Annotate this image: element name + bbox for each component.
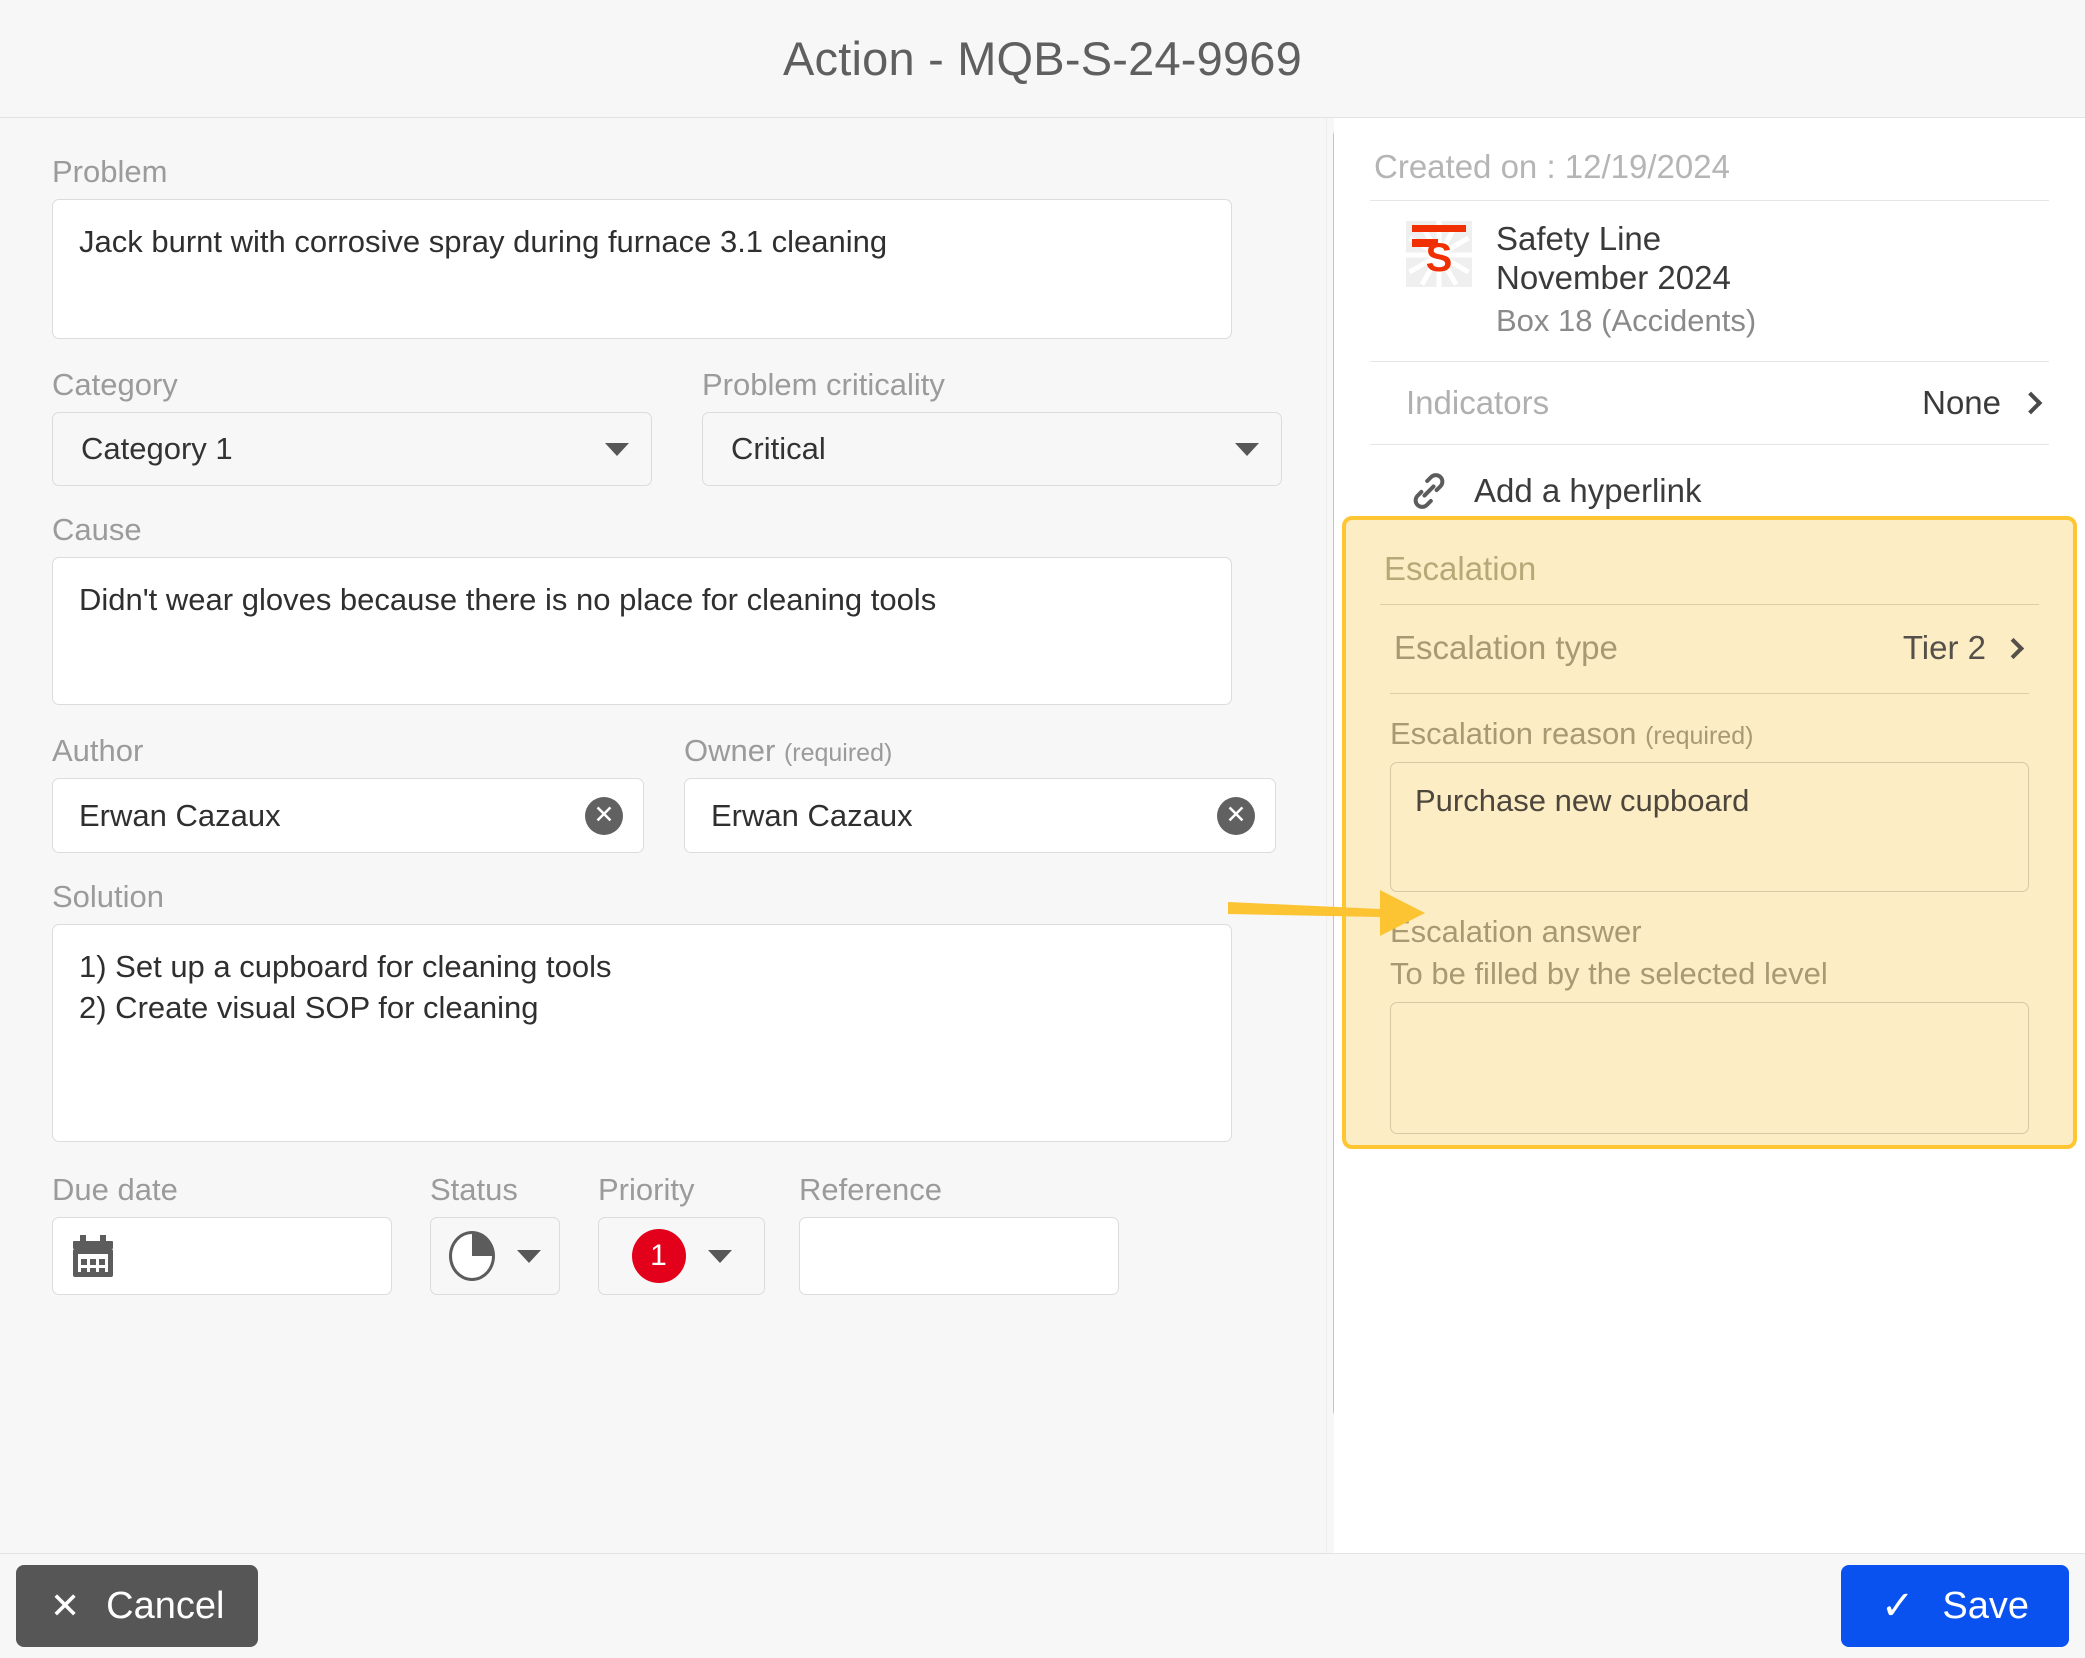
- field-problem: Problem Jack burnt with corrosive spray …: [52, 154, 1334, 339]
- chevron-down-icon: [707, 1249, 732, 1263]
- created-on: Created on : 12/19/2024: [1370, 148, 2049, 201]
- escalation-reason-label: Escalation reason (required): [1390, 716, 2029, 752]
- context-line-3: Box 18 (Accidents): [1496, 302, 1757, 338]
- author-input[interactable]: Erwan Cazaux ✕: [52, 778, 644, 853]
- escalation-type-row[interactable]: Escalation type Tier 2: [1390, 605, 2029, 694]
- owner-value: Erwan Cazaux: [711, 797, 913, 833]
- chevron-right-icon: [2002, 637, 2025, 659]
- cancel-button-label: Cancel: [106, 1584, 225, 1627]
- action-dialog: Action - MQB-S-24-9969 Problem Jack burn…: [0, 0, 2085, 1658]
- page-title: Action - MQB-S-24-9969: [783, 32, 1302, 85]
- link-icon: [1406, 471, 1452, 511]
- author-owner-row: Author Erwan Cazaux ✕ Owner (required) E…: [52, 733, 1334, 853]
- status-select[interactable]: [430, 1217, 560, 1295]
- owner-label-text: Owner: [684, 733, 776, 768]
- escalation-answer-sublabel: To be filled by the selected level: [1390, 956, 1828, 991]
- dialog-titlebar: Action - MQB-S-24-9969: [0, 0, 2085, 118]
- clear-author-icon[interactable]: ✕: [585, 796, 623, 835]
- category-label: Category: [52, 367, 178, 402]
- criticality-value: Critical: [731, 431, 826, 466]
- cause-input[interactable]: Didn't wear gloves because there is no p…: [52, 557, 1232, 705]
- owner-required-note: (required): [783, 739, 893, 767]
- field-criticality: Problem criticality Critical: [702, 367, 1282, 486]
- dialog-footer: ✕ Cancel ✓ Save: [0, 1553, 2085, 1658]
- field-reference: Reference: [799, 1172, 1119, 1295]
- save-button[interactable]: ✓ Save: [1840, 1565, 2069, 1647]
- chevron-down-icon: [1235, 442, 1259, 456]
- escalation-reason-label-text: Escalation reason: [1390, 716, 1637, 751]
- field-status: Status: [430, 1172, 560, 1295]
- field-cause: Cause Didn't wear gloves because there i…: [52, 512, 1334, 705]
- context-line-2: November 2024: [1496, 258, 1731, 296]
- priority-badge: 1: [631, 1229, 686, 1283]
- calendar-icon: [73, 1235, 113, 1277]
- criticality-label: Problem criticality: [702, 367, 945, 402]
- field-escalation-reason: Escalation reason (required) Purchase ne…: [1380, 694, 2039, 892]
- solution-input[interactable]: 1) Set up a cupboard for cleaning tools …: [52, 924, 1232, 1142]
- dialog-body: Problem Jack burnt with corrosive spray …: [0, 118, 2085, 1553]
- reference-input[interactable]: [799, 1217, 1119, 1295]
- indicators-value: None: [1922, 384, 2001, 422]
- due-date-label: Due date: [52, 1172, 178, 1207]
- field-category: Category Category 1: [52, 367, 652, 486]
- indicators-label: Indicators: [1406, 384, 1550, 422]
- author-label: Author: [52, 733, 144, 768]
- cause-label: Cause: [52, 512, 142, 547]
- field-owner: Owner (required) Erwan Cazaux ✕: [684, 733, 1276, 853]
- escalation-title: Escalation: [1380, 550, 2039, 605]
- safety-line-icon: S: [1406, 221, 1472, 287]
- status-label: Status: [430, 1172, 518, 1207]
- chevron-down-icon: [605, 442, 629, 456]
- add-hyperlink-label: Add a hyperlink: [1474, 472, 1702, 510]
- field-escalation-answer: Escalation answer To be filled by the se…: [1380, 892, 2039, 1134]
- save-button-label: Save: [1942, 1584, 2029, 1627]
- field-due-date: Due date: [52, 1172, 392, 1295]
- clear-owner-icon[interactable]: ✕: [1217, 796, 1255, 835]
- escalation-card: Escalation Escalation type Tier 2 Escala…: [1342, 516, 2077, 1149]
- cancel-button[interactable]: ✕ Cancel: [16, 1565, 259, 1647]
- priority-label: Priority: [598, 1172, 695, 1207]
- escalation-answer-label: Escalation answer: [1390, 914, 1642, 949]
- category-criticality-row: Category Category 1 Problem criticality …: [52, 367, 1334, 486]
- context-block: S Safety Line November 2024 Box 18 (Acci…: [1370, 201, 2049, 363]
- escalation-type-value: Tier 2: [1902, 629, 1986, 666]
- indicators-row[interactable]: Indicators None: [1370, 362, 2049, 446]
- problem-label: Problem: [52, 154, 168, 189]
- escalation-reason-required-note: (required): [1645, 722, 1754, 750]
- context-line-1: Safety Line: [1496, 220, 1662, 257]
- reference-label: Reference: [799, 1172, 943, 1207]
- field-author: Author Erwan Cazaux ✕: [52, 733, 644, 853]
- pie-quarter-icon: [449, 1231, 495, 1281]
- escalation-type-label: Escalation type: [1394, 629, 1618, 666]
- solution-label: Solution: [52, 879, 165, 914]
- detail-sidebar: Created on : 12/19/2024 S Safety Line No…: [1334, 118, 2085, 1553]
- owner-input[interactable]: Erwan Cazaux ✕: [684, 778, 1276, 853]
- chevron-down-icon: [517, 1249, 541, 1263]
- author-value: Erwan Cazaux: [79, 797, 281, 833]
- escalation-reason-input[interactable]: Purchase new cupboard: [1390, 762, 2029, 892]
- meta-row: Due date Status Priority 1 Reference: [52, 1172, 1334, 1295]
- check-icon: ✓: [1880, 1584, 1915, 1628]
- priority-select[interactable]: 1: [598, 1217, 765, 1295]
- category-value: Category 1: [81, 431, 233, 466]
- escalation-answer-input[interactable]: [1390, 1002, 2029, 1134]
- form-pane: Problem Jack burnt with corrosive spray …: [0, 118, 1352, 1553]
- close-icon: ✕: [50, 1585, 81, 1626]
- criticality-select[interactable]: Critical: [702, 412, 1282, 486]
- problem-input[interactable]: Jack burnt with corrosive spray during f…: [52, 199, 1232, 339]
- field-priority: Priority 1: [598, 1172, 765, 1295]
- category-select[interactable]: Category 1: [52, 412, 652, 486]
- field-solution: Solution 1) Set up a cupboard for cleani…: [52, 879, 1334, 1142]
- due-date-input[interactable]: [52, 1217, 392, 1295]
- chevron-right-icon: [2019, 391, 2043, 415]
- owner-label: Owner (required): [684, 733, 1276, 769]
